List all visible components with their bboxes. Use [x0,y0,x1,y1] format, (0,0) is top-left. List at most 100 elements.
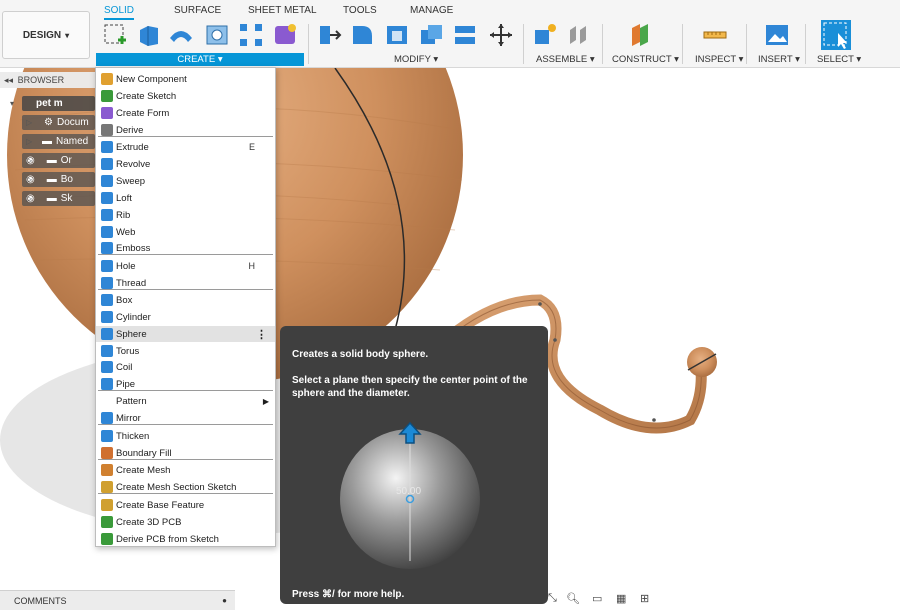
measure-icon[interactable] [702,22,728,48]
menu-item-extrude[interactable]: Extrude E [96,139,275,155]
shell-icon[interactable] [384,22,410,48]
browser-header[interactable]: ◂◂ BROWSER [0,72,95,88]
create-sketch-icon[interactable] [102,22,128,48]
assemble-group-label: ASSEMBLE [536,54,588,65]
sketch-icon [101,90,113,102]
menu-item-derive-pcb-from-sketch[interactable]: Derive PCB from Sketch [96,531,275,547]
menu-item-sweep[interactable]: Sweep [96,173,275,189]
loft-icon [101,192,113,204]
add-comment-icon[interactable]: ● [222,591,227,611]
split-body-icon[interactable] [452,22,478,48]
menu-item-label: Pipe [116,378,136,390]
insert-image-icon[interactable] [764,22,790,48]
pattern-icon[interactable] [238,22,264,48]
menu-item-hole[interactable]: Hole H [96,258,275,274]
menu-item-coil[interactable]: Coil [96,359,275,375]
menu-item-label: Create Sketch [116,90,177,102]
more-options-icon[interactable]: ⋮ [256,328,267,341]
menu-item-create-form[interactable]: Create Form [96,105,275,121]
menu-item-label: Emboss [116,242,151,254]
browser-item-document-settings[interactable]: ⚙ Docum [22,115,95,130]
menu-item-cylinder[interactable]: Cylinder [96,309,275,325]
joint-icon[interactable] [566,22,592,48]
menu-item-label: Create Mesh Section Sketch [116,481,237,493]
tab-sheet-metal[interactable]: SHEET METAL [248,4,317,20]
expand-icon[interactable]: ▷ [26,175,32,184]
menu-item-torus[interactable]: Torus [96,343,275,359]
grid-settings-icon[interactable]: ▦ [616,592,626,605]
combine-icon[interactable] [418,22,444,48]
tab-surface[interactable]: SURFACE [174,4,221,20]
menu-item-create-base-feature[interactable]: Create Base Feature [96,497,275,513]
browser-item-label: Docum [56,117,89,128]
menu-item-create-mesh[interactable]: Create Mesh [96,462,275,478]
browser-item-label: Or [60,155,72,166]
menu-item-create-sketch[interactable]: Create Sketch [96,88,275,104]
viewports-icon[interactable]: ⊞ [640,592,649,605]
insert-group-button[interactable]: INSERT ▾ [758,53,800,66]
expand-icon[interactable]: ▾ [10,99,14,108]
fillet-icon[interactable] [350,22,376,48]
new-component-icon[interactable] [532,22,558,48]
display-settings-icon[interactable]: ▭ [592,592,602,605]
menu-item-label: Rib [116,209,131,221]
menu-item-label: Sweep [116,175,146,187]
construct-group-button[interactable]: CONSTRUCT ▾ [612,53,679,66]
modify-group-button[interactable]: MODIFY ▾ [394,53,438,66]
tab-tools[interactable]: TOOLS [343,4,377,20]
new-component-icon [101,73,113,85]
comments-bar[interactable]: COMMENTS ● [0,590,235,610]
menu-item-label: Derive [116,124,144,136]
zoom-window-icon[interactable]: ⤡ [548,592,557,605]
menu-item-loft[interactable]: Loft [96,190,275,206]
menu-item-new-component[interactable]: New Component [96,71,275,87]
workspace-switcher[interactable]: DESIGN ▾ [2,11,90,59]
menu-item-sphere[interactable]: Sphere ⋮ [96,326,275,342]
press-pull-icon[interactable] [316,22,342,48]
tab-manage[interactable]: MANAGE [410,4,453,20]
menu-item-thicken[interactable]: Thicken [96,428,275,444]
folder-icon: ▬ [46,193,57,204]
select-group-button[interactable]: SELECT ▾ [817,53,861,66]
menu-separator [98,459,273,460]
menu-item-rib[interactable]: Rib [96,207,275,223]
menu-item-revolve[interactable]: Revolve [96,156,275,172]
menu-item-label: Mirror [116,412,141,424]
tooltip-description: Select a plane then specify the center p… [292,375,528,399]
menu-item-create-3d-pcb[interactable]: Create 3D PCB [96,514,275,530]
expand-icon[interactable]: ▷ [26,156,32,165]
menu-item-pattern[interactable]: Pattern ▶ [96,393,275,409]
extrude-icon[interactable] [136,22,162,48]
offset-plane-icon[interactable] [628,22,654,48]
browser-item-origin[interactable]: ◉ ▬ Or [22,153,95,168]
collapse-icon[interactable]: ◂◂ [4,75,13,85]
folder-icon: ▬ [46,155,57,166]
menu-item-label: Cylinder [116,311,151,323]
browser-item-bodies[interactable]: ◉ ▬ Bo [22,172,95,187]
expand-icon[interactable]: ▷ [26,118,32,127]
mesh-icon [101,464,113,476]
browser-item-root[interactable]: pet m [22,96,95,111]
move-icon[interactable] [488,22,514,48]
hole-icon[interactable] [204,22,230,48]
inspect-group-button[interactable]: INSPECT ▾ [695,53,743,66]
tab-solid[interactable]: SOLID [104,4,135,20]
expand-icon[interactable]: ▷ [26,194,32,203]
create-group-button[interactable]: CREATE ▾ [96,53,304,66]
select-icon[interactable] [820,19,852,51]
browser-item-sketches[interactable]: ◉ ▬ Sk [22,191,95,206]
sphere-icon [101,328,113,340]
create-form-icon[interactable] [272,22,298,48]
browser-item-named-views[interactable]: ▬ Named [22,134,95,149]
menu-item-label: New Component [116,73,187,85]
menu-item-box[interactable]: Box [96,292,275,308]
revolve-icon[interactable] [168,22,194,48]
menu-item-label: Create Base Feature [116,499,205,511]
menu-item-web[interactable]: Web [96,224,275,240]
assemble-group-button[interactable]: ASSEMBLE ▾ [536,53,595,66]
menu-item-label: Loft [116,192,132,204]
create-group-label: CREATE [177,54,216,65]
expand-icon[interactable]: ▷ [26,137,32,146]
zoom-icon[interactable]: 🔍︎ [566,592,580,605]
thicken-icon [101,430,113,442]
